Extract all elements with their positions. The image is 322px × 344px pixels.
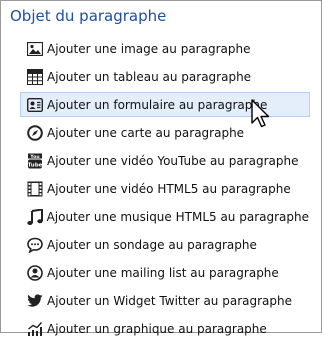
add-table-item[interactable]: Ajouter un tableau au paragraphe — [20, 64, 310, 89]
music-note-icon — [26, 208, 44, 226]
item-label: Ajouter une vidéo HTML5 au paragraphe — [47, 181, 291, 196]
add-poll-item[interactable]: Ajouter un sondage au paragraphe — [20, 232, 310, 257]
panel-title: Objet du paragraphe — [10, 7, 167, 25]
item-label: Ajouter une musique HTML5 au paragraphe — [46, 209, 309, 224]
item-label: Ajouter une carte au paragraphe — [47, 125, 245, 140]
svg-text:You: You — [29, 153, 39, 159]
item-label: Ajouter un graphique au paragraphe — [47, 321, 267, 336]
poll-icon — [26, 236, 44, 254]
object-panel: Objet du paragraphe Ajouter une image au… — [0, 0, 322, 336]
add-youtube-video-item[interactable]: You Tube Ajouter une vidéo YouTube au par… — [20, 148, 310, 173]
mailing-list-icon — [26, 264, 44, 282]
film-icon — [26, 180, 44, 198]
item-label: Ajouter un tableau au paragraphe — [47, 69, 252, 84]
item-label: Ajouter une mailing list au paragraphe — [47, 265, 279, 280]
image-icon — [26, 40, 44, 58]
compass-icon — [26, 124, 44, 142]
add-twitter-widget-item[interactable]: Ajouter un Widget Twitter au paragraphe — [20, 288, 310, 313]
youtube-icon: You Tube — [26, 152, 44, 170]
add-html5-video-item[interactable]: Ajouter une vidéo HTML5 au paragraphe — [20, 176, 310, 201]
form-icon — [26, 96, 44, 114]
svg-text:Tube: Tube — [28, 162, 43, 168]
item-label: Ajouter un Widget Twitter au paragraphe — [47, 293, 292, 308]
item-label: Ajouter un formulaire au paragraphe — [47, 97, 268, 112]
add-mailing-list-item[interactable]: Ajouter une mailing list au paragraphe — [20, 260, 310, 285]
item-label: Ajouter une image au paragraphe — [47, 41, 251, 56]
table-icon — [26, 68, 44, 86]
item-label: Ajouter une vidéo YouTube au paragraphe — [47, 153, 299, 168]
item-label: Ajouter un sondage au paragraphe — [47, 237, 257, 252]
add-html5-music-item[interactable]: Ajouter une musique HTML5 au paragraphe — [20, 204, 310, 229]
chart-icon — [26, 320, 44, 338]
add-chart-item[interactable]: Ajouter un graphique au paragraphe — [20, 316, 310, 341]
add-image-item[interactable]: Ajouter une image au paragraphe — [20, 36, 310, 61]
twitter-icon — [26, 292, 44, 310]
object-list: Ajouter une image au paragraphe Ajouter … — [20, 36, 310, 344]
mouse-pointer-icon — [251, 99, 270, 128]
